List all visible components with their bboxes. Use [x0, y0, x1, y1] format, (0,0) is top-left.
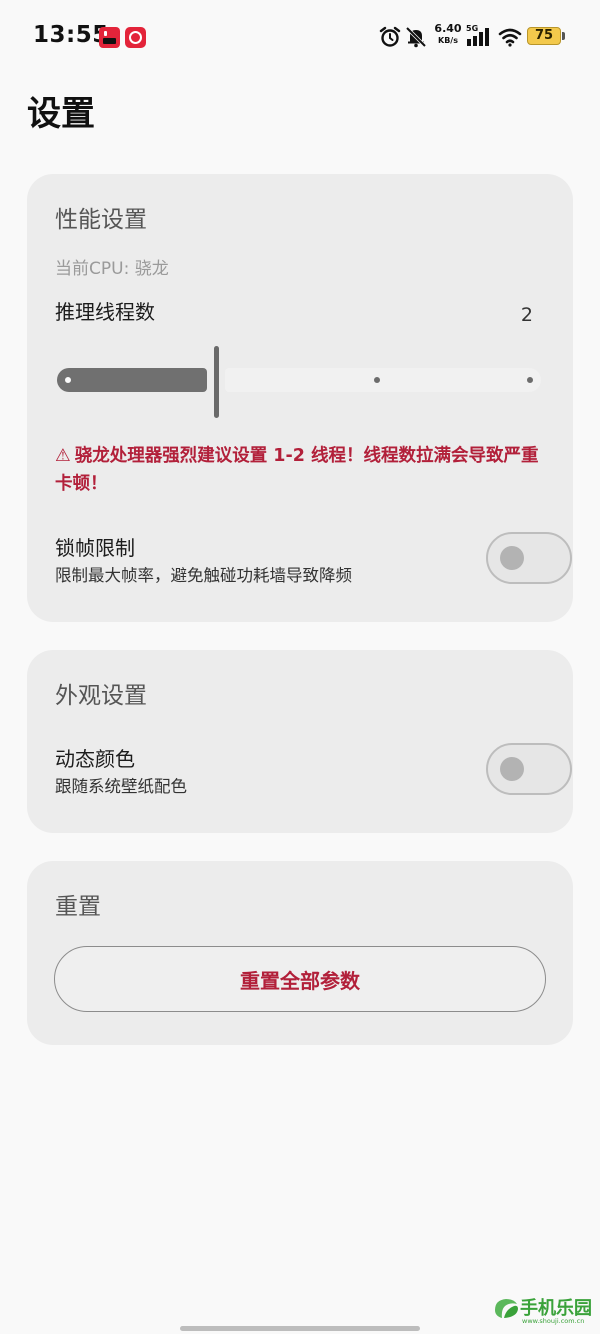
slider-tick-1 [65, 377, 71, 383]
frame-limit-title: 锁帧限制 [55, 536, 135, 560]
net-speed-unit: KB/s [438, 36, 458, 45]
toggle-knob [500, 757, 524, 781]
appearance-settings-card: 外观设置 动态颜色 跟随系统壁纸配色 [27, 650, 573, 833]
reset-section-title: 重置 [55, 894, 101, 920]
home-indicator[interactable] [180, 1326, 420, 1331]
dynamic-color-setting: 动态颜色 跟随系统壁纸配色 [55, 743, 572, 803]
page-title: 设置 [27, 94, 95, 134]
mute-icon [405, 26, 427, 48]
frame-limit-toggle[interactable] [486, 532, 572, 584]
net-speed: 6.40 KB/s [433, 22, 463, 46]
performance-section-title: 性能设置 [55, 207, 147, 233]
status-time: 13:55 [33, 22, 109, 48]
reset-all-params-button[interactable]: 重置全部参数 [54, 946, 546, 1012]
battery-icon: 75 [527, 27, 561, 45]
thread-count-value: 2 [520, 304, 533, 326]
notification-app-icon [99, 27, 120, 48]
cpu-info-label: 当前CPU: 骁龙 [55, 259, 169, 279]
netease-music-icon [125, 27, 146, 48]
performance-settings-card: 性能设置 当前CPU: 骁龙 推理线程数 2 ⚠ 骁龙处理器强烈建议设置 1-2 … [27, 174, 573, 622]
slider-active-track [57, 368, 207, 392]
frame-limit-description: 限制最大帧率，避免触碰功耗墙导致降频 [55, 566, 352, 585]
frame-limit-setting: 锁帧限制 限制最大帧率，避免触碰功耗墙导致降频 [55, 532, 572, 592]
slider-tick-3 [374, 377, 380, 383]
appearance-section-title: 外观设置 [55, 683, 147, 709]
watermark: 手机乐园 www.shouji.com.cn [492, 1290, 592, 1330]
slider-tick-4 [527, 377, 533, 383]
signal-icon [467, 28, 489, 46]
wifi-icon [498, 28, 522, 47]
net-speed-value: 6.40 [434, 22, 462, 35]
battery-level: 75 [534, 28, 554, 43]
settings-screen: 13:55 6.40 KB/s 5G 75 设置 性能设置 当前CPU: 骁龙 … [0, 0, 600, 1334]
alarm-icon [379, 26, 401, 47]
reset-card: 重置 重置全部参数 [27, 861, 573, 1045]
dynamic-color-title: 动态颜色 [55, 747, 135, 771]
watermark-logo-icon [495, 1299, 518, 1318]
warning-text: 骁龙处理器强烈建议设置 1-2 线程！线程数拉满会导致严重卡顿！ [55, 446, 539, 494]
battery-tip [562, 32, 565, 40]
thread-count-label: 推理线程数 [55, 300, 155, 324]
slider-thumb[interactable] [214, 346, 219, 418]
dynamic-color-toggle[interactable] [486, 743, 572, 795]
dynamic-color-description: 跟随系统壁纸配色 [55, 777, 187, 796]
toggle-knob [500, 546, 524, 570]
watermark-url: www.shouji.com.cn [522, 1317, 585, 1325]
status-bar: 13:55 6.40 KB/s 5G 75 [0, 0, 600, 76]
thread-count-slider[interactable] [55, 342, 545, 422]
thread-warning-message: ⚠ 骁龙处理器强烈建议设置 1-2 线程！线程数拉满会导致严重卡顿！ [55, 442, 545, 498]
warning-icon: ⚠ [55, 446, 71, 466]
slider-inactive-track [225, 368, 541, 392]
